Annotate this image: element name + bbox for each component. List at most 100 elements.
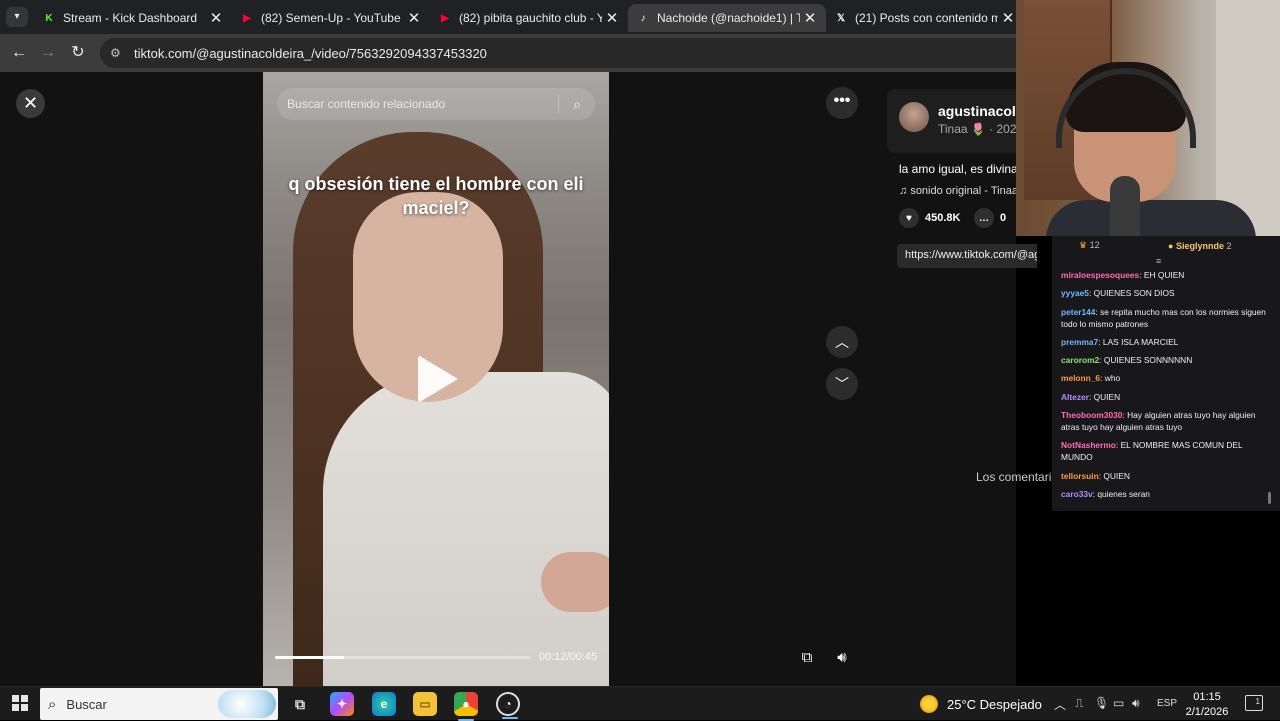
browser-tab[interactable]: ♪ Nachoide (@nachoide1) | TikTo✕ <box>628 4 826 32</box>
music-row[interactable]: ♫ sonido original - Tinaa <box>899 185 1018 197</box>
browser-tab[interactable]: ▶ (82) Semen-Up - YouTube ✕ <box>232 4 430 32</box>
reload-button[interactable]: ↻ <box>67 42 89 64</box>
video-frame-hoodie <box>323 372 609 686</box>
network-icon[interactable]: ▭ <box>1113 696 1124 710</box>
more-options-button[interactable]: ••• <box>826 87 858 119</box>
comment-button[interactable]: … 0 <box>974 208 1006 228</box>
like-button[interactable]: ♥ 450.8K <box>899 208 960 228</box>
video-description: la amo igual, es divina <box>899 162 1018 176</box>
chat-top-gifters: ♛ 12 ● Sieglynnde 2 ≡ <box>1052 236 1280 266</box>
play-icon[interactable] <box>418 355 458 403</box>
obs-icon[interactable]: ◔ <box>496 692 520 719</box>
chevron-up-icon: ︿ <box>835 334 849 350</box>
chat-message: NotNashermo: EL NOMBRE MAS COMUN DEL MUN… <box>1061 439 1271 463</box>
volume-icon: 🔊︎ <box>837 649 847 666</box>
avatar[interactable] <box>899 102 929 132</box>
back-button[interactable]: ← <box>8 42 30 64</box>
chat-text: LAS ISLA MARCIEL <box>1102 336 1179 347</box>
previous-video-button[interactable]: ︿ <box>826 326 858 358</box>
forward-button[interactable]: → <box>37 42 59 64</box>
comment-icon: … <box>974 208 994 228</box>
chrome-icon[interactable]: ● <box>454 692 478 721</box>
edge-icon[interactable]: e <box>372 692 396 716</box>
tab-close-icon[interactable]: ✕ <box>998 9 1018 27</box>
video-player[interactable]: Buscar contenido relacionado ⌕ q obsesió… <box>263 72 609 686</box>
ellipsis-icon: ••• <box>833 92 851 109</box>
chat-message: yyyae5: QUIENES SON DIOS <box>1061 287 1271 299</box>
tab-title: (21) Posts con contenido multi <box>855 11 998 25</box>
chat-text: QUIEN <box>1103 470 1130 481</box>
microphone-icon[interactable]: 🎙︎ <box>1094 696 1109 710</box>
windows-taskbar: ⌕ Buscar ⧉ ✦ e ▭ ● ◔ 25°C Despejado ︿ ⎍ … <box>0 686 1280 721</box>
volume-button[interactable]: 🔊︎ <box>828 644 856 672</box>
close-button[interactable]: ✕ <box>16 89 45 118</box>
chat-text: QUIENES SONNNNNN <box>1103 355 1193 366</box>
language-indicator[interactable]: ESP <box>1157 698 1177 709</box>
tab-title: (82) Semen-Up - YouTube <box>261 11 401 25</box>
next-video-button[interactable]: ﹀ <box>826 368 858 400</box>
chat-username[interactable]: melonn_6 <box>1061 373 1100 383</box>
browser-tab[interactable]: 𝕏 (21) Posts con contenido multi✕ <box>826 4 1024 32</box>
notifications-icon[interactable]: 1 <box>1245 695 1263 711</box>
tab-search-button[interactable]: ▾ <box>6 7 28 27</box>
chat-message: carorom2: QUIENES SONNNNNN <box>1061 354 1271 366</box>
tab-close-icon[interactable]: ✕ <box>800 9 820 27</box>
chat-username[interactable]: yyyae5 <box>1061 288 1089 298</box>
chevron-up-icon[interactable]: ︿ <box>1054 696 1066 713</box>
video-progress-bar[interactable] <box>275 656 531 659</box>
browser-tab[interactable]: ▶ (82) pibita gauchito club - YouT✕ <box>430 4 628 32</box>
file-explorer-icon[interactable]: ▭ <box>413 692 437 716</box>
chat-username[interactable]: premma7 <box>1061 337 1098 347</box>
chat-text: EH QUIEN <box>1143 270 1185 280</box>
chat-message: miraloespesoquees: EH QUIEN <box>1061 269 1271 281</box>
weather-widget[interactable]: 25°C Despejado <box>920 687 1042 721</box>
video-caption: q obsesión tiene el hombre con eli macie… <box>288 174 584 218</box>
chat-username[interactable]: peter144 <box>1061 307 1095 317</box>
chat-scrollbar[interactable] <box>1268 492 1271 504</box>
tab-favicon-icon: 𝕏 <box>836 12 846 24</box>
start-button[interactable] <box>12 695 28 711</box>
author-card: agustinacoldeira_ Tinaa 🌷 · 2025 <box>887 89 1057 153</box>
chat-text: QUIENES SON DIOS <box>1093 288 1175 299</box>
tab-favicon-icon: ♪ <box>640 12 646 24</box>
chat-text: QUIEN <box>1093 391 1121 402</box>
chat-username[interactable]: Altezer <box>1061 392 1089 402</box>
copilot-icon[interactable]: ✦ <box>330 692 354 716</box>
chat-message: melonn_6: who <box>1061 372 1271 384</box>
chat-username[interactable]: NotNashermo <box>1061 440 1116 450</box>
comment-count: 0 <box>1000 212 1007 224</box>
search-icon[interactable]: ⌕ <box>559 96 595 113</box>
tab-close-icon[interactable]: ✕ <box>206 9 226 27</box>
webcam-streamer-torso <box>1046 200 1256 236</box>
url-text: tiktok.com/@agustinacoldeira_/video/7563… <box>134 45 487 61</box>
sun-icon <box>920 695 938 713</box>
chat-username[interactable]: miraloespesoquees <box>1061 270 1139 280</box>
volume-icon[interactable]: 🔊︎ <box>1132 696 1140 711</box>
heart-icon: ♥ <box>899 208 919 228</box>
tab-close-icon[interactable]: ✕ <box>602 9 622 27</box>
chat-username[interactable]: caro33v <box>1061 489 1093 499</box>
browser-tab[interactable]: K Stream - Kick Dashboard ✕ <box>34 4 232 32</box>
chat-username[interactable]: Theoboom3030 <box>1061 410 1122 420</box>
chat-message: caro33v: quienes seran <box>1061 488 1271 500</box>
floating-player-button[interactable]: ⧉ <box>793 644 821 672</box>
video-frame-hand <box>541 552 609 612</box>
tab-close-icon[interactable]: ✕ <box>404 9 424 27</box>
related-search-placeholder: Buscar contenido relacionado <box>287 97 446 111</box>
tab-title: Nachoide (@nachoide1) | TikTo <box>657 11 800 25</box>
share-link-field[interactable]: https://www.tiktok.com/@agustinacoldeira… <box>897 244 1037 268</box>
tab-favicon-icon: K <box>45 12 53 24</box>
author-display-name: Tinaa 🌷 · 2025 <box>938 122 1024 136</box>
taskbar-search[interactable]: ⌕ Buscar <box>40 688 278 720</box>
chat-username[interactable]: tellorsuin <box>1061 471 1099 481</box>
like-count: 450.8K <box>925 212 961 224</box>
usb-icon[interactable]: ⎍ <box>1075 696 1083 711</box>
clock-time: 01:15 <box>1193 691 1221 703</box>
chat-username[interactable]: carorom2 <box>1061 355 1099 365</box>
clock[interactable]: 01:15 2/1/2026 <box>1180 690 1234 720</box>
task-view-icon[interactable]: ⧉ <box>288 692 312 716</box>
site-info-icon[interactable]: ⚙ <box>110 46 124 60</box>
browser-toolbar: ← → ↻ ⚙ tiktok.com/@agustinacoldeira_/vi… <box>0 34 1030 72</box>
address-bar[interactable]: ⚙ tiktok.com/@agustinacoldeira_/video/75… <box>100 38 1030 68</box>
related-search-input[interactable]: Buscar contenido relacionado ⌕ <box>277 88 595 120</box>
